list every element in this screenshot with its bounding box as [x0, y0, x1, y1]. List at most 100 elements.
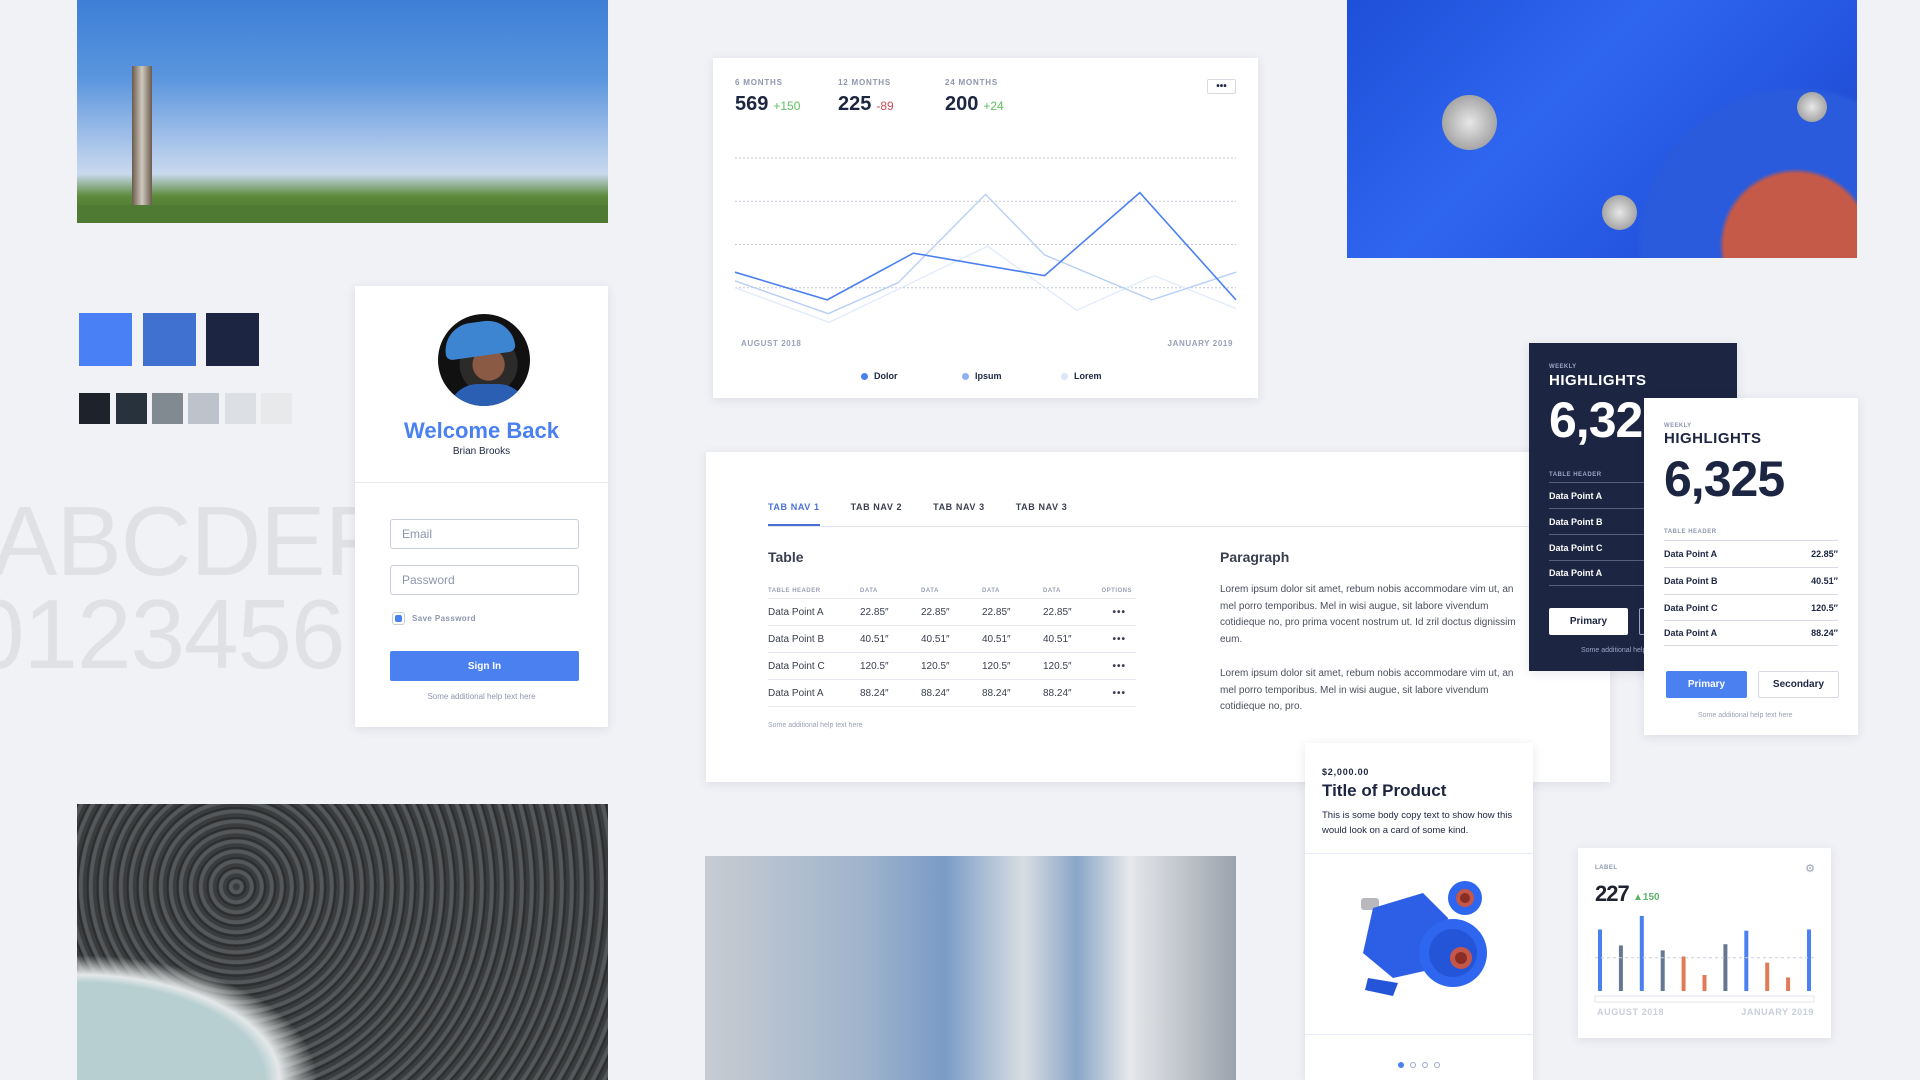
divider [1305, 1034, 1533, 1035]
x-axis-start-label: AUGUST 2018 [741, 339, 801, 348]
row-options-button[interactable]: ••• [1112, 661, 1126, 672]
row-label: Data Point A [1549, 568, 1603, 578]
bar [1618, 945, 1623, 991]
login-card: Welcome Back Brian Brooks Save Password … [355, 286, 608, 727]
cell: 22.85″ [1043, 598, 1093, 626]
tab-table-card: TAB NAV 1 TAB NAV 2 TAB NAV 3 TAB NAV 3 … [706, 452, 1610, 782]
rig-tower [132, 66, 152, 216]
cell: 22.85″ [982, 598, 1043, 626]
divider [355, 482, 608, 483]
divider [1305, 853, 1533, 854]
row-options-button[interactable]: ••• [1112, 634, 1126, 645]
cell: 40.51″ [921, 625, 982, 653]
primary-button[interactable]: Primary [1666, 671, 1747, 698]
user-name: Brian Brooks [452, 446, 511, 457]
cell: 88.24″ [982, 679, 1043, 707]
cell: Data Point A [768, 598, 860, 626]
bar [1723, 944, 1728, 991]
legend-item-lorem[interactable]: Lorem [1061, 371, 1102, 381]
x-axis-start-label: AUGUST 2018 [1597, 1007, 1664, 1017]
series-line-lorem [734, 245, 1237, 324]
grass-ground [77, 205, 608, 223]
product-card: $2,000.00 Title of Product This is some … [1305, 743, 1533, 1080]
highlights-card-light: WEEKLY HIGHLIGHTS 6,325 TABLE HEADER Dat… [1644, 398, 1858, 735]
carousel-dot[interactable] [1422, 1062, 1428, 1068]
legend-label: Dolor [874, 371, 898, 381]
bar [1765, 962, 1770, 991]
swatch-neutral-3 [152, 393, 183, 424]
series-line-ipsum [734, 193, 1237, 315]
carousel-indicators [1305, 1062, 1533, 1068]
row-label: Data Point C [1664, 602, 1718, 613]
bar [1681, 956, 1686, 991]
cell: Data Point C [768, 652, 860, 680]
series-line-dolor [734, 191, 1237, 301]
bar [1702, 975, 1707, 991]
sign-in-button[interactable]: Sign In [390, 651, 579, 681]
carousel-dot[interactable] [1434, 1062, 1440, 1068]
row-value: 88.24″ [1811, 628, 1838, 638]
carousel-dot[interactable] [1410, 1062, 1416, 1068]
cell: 120.5″ [1043, 652, 1093, 680]
column-header: DATA [982, 586, 1043, 599]
stats-chart-card: 6 MONTHS 569 +150 12 MONTHS 225 -89 24 MON… [713, 58, 1258, 398]
tab-nav-2[interactable]: TAB NAV 2 [851, 502, 903, 526]
weekly-label: WEEKLY [1664, 423, 1692, 429]
line-chart: AUGUST 2018 JANUARY 2019 [734, 157, 1237, 348]
bar [1744, 930, 1749, 991]
paragraph-2: Lorem ipsum dolor sit amet, rebum nobis … [1220, 668, 1514, 712]
tab-nav-3[interactable]: TAB NAV 3 [933, 502, 985, 526]
email-field[interactable] [390, 519, 579, 549]
row-options-button[interactable]: ••• [1112, 688, 1126, 699]
swatch-primary-2 [143, 313, 196, 366]
drilling-rig-photo [77, 0, 608, 223]
table-title: Table [768, 549, 804, 565]
product-price: $2,000.00 [1322, 767, 1370, 777]
bar [1598, 929, 1602, 991]
row-label: Data Point B [1549, 516, 1603, 527]
cell: 120.5″ [982, 652, 1043, 680]
row-label: Data Point B [1664, 575, 1718, 586]
swatch-neutral-4 [188, 393, 219, 424]
cell: 88.24″ [860, 679, 921, 707]
highlight-row: Data Point B 40.51″ [1664, 567, 1838, 593]
legend-item-ipsum[interactable]: Ipsum [962, 371, 1002, 381]
row-label: Data Point A [1664, 628, 1718, 638]
save-password-checkbox[interactable] [392, 612, 405, 625]
cell: 120.5″ [860, 652, 921, 680]
secondary-button[interactable]: Secondary [1758, 671, 1839, 698]
tab-nav-4[interactable]: TAB NAV 3 [1016, 502, 1068, 526]
bar [1807, 929, 1811, 991]
bar [1660, 950, 1665, 991]
row-label: Data Point A [1549, 490, 1603, 501]
bar-chart: AUGUST 2018 JANUARY 2019 [1594, 915, 1815, 1017]
column-header: DATA [860, 586, 921, 599]
row-value: 22.85″ [1811, 548, 1838, 559]
swatch-neutral-1 [79, 393, 110, 424]
row-label: Data Point A [1664, 548, 1718, 559]
password-field[interactable] [390, 565, 579, 595]
table-header-row: TABLE HEADER DATA DATA DATA DATA OPTIONS [768, 586, 1136, 599]
data-table: TABLE HEADER DATA DATA DATA DATA OPTIONS… [768, 586, 1136, 707]
swatch-primary-3 [206, 313, 259, 366]
cell: 40.51″ [982, 625, 1043, 653]
product-title: Title of Product [1322, 781, 1447, 800]
carousel-dot[interactable] [1398, 1062, 1404, 1068]
highlight-row: Data Point A 22.85″ [1664, 540, 1838, 566]
table-header-label: TABLE HEADER [1549, 472, 1602, 478]
bar [1639, 915, 1644, 991]
column-header: TABLE HEADER [768, 586, 860, 599]
column-header: OPTIONS [1093, 586, 1136, 599]
legend-dot [962, 372, 969, 380]
tab-nav-1[interactable]: TAB NAV 1 [768, 502, 820, 526]
tab-nav: TAB NAV 1 TAB NAV 2 TAB NAV 3 TAB NAV 3 [768, 502, 1610, 527]
legend-item-dolor[interactable]: Dolor [861, 371, 898, 381]
row-options-button[interactable]: ••• [1112, 607, 1126, 618]
industrial-plant-photo [705, 856, 1236, 1080]
column-header: DATA [921, 586, 982, 599]
column-header: DATA [1043, 586, 1093, 599]
primary-button[interactable]: Primary [1549, 608, 1628, 635]
cell: Data Point B [768, 625, 860, 653]
table-row: Data Point A 22.85″ 22.85″ 22.85″ 22.85″… [768, 598, 1136, 626]
swatch-neutral-5 [225, 393, 256, 424]
